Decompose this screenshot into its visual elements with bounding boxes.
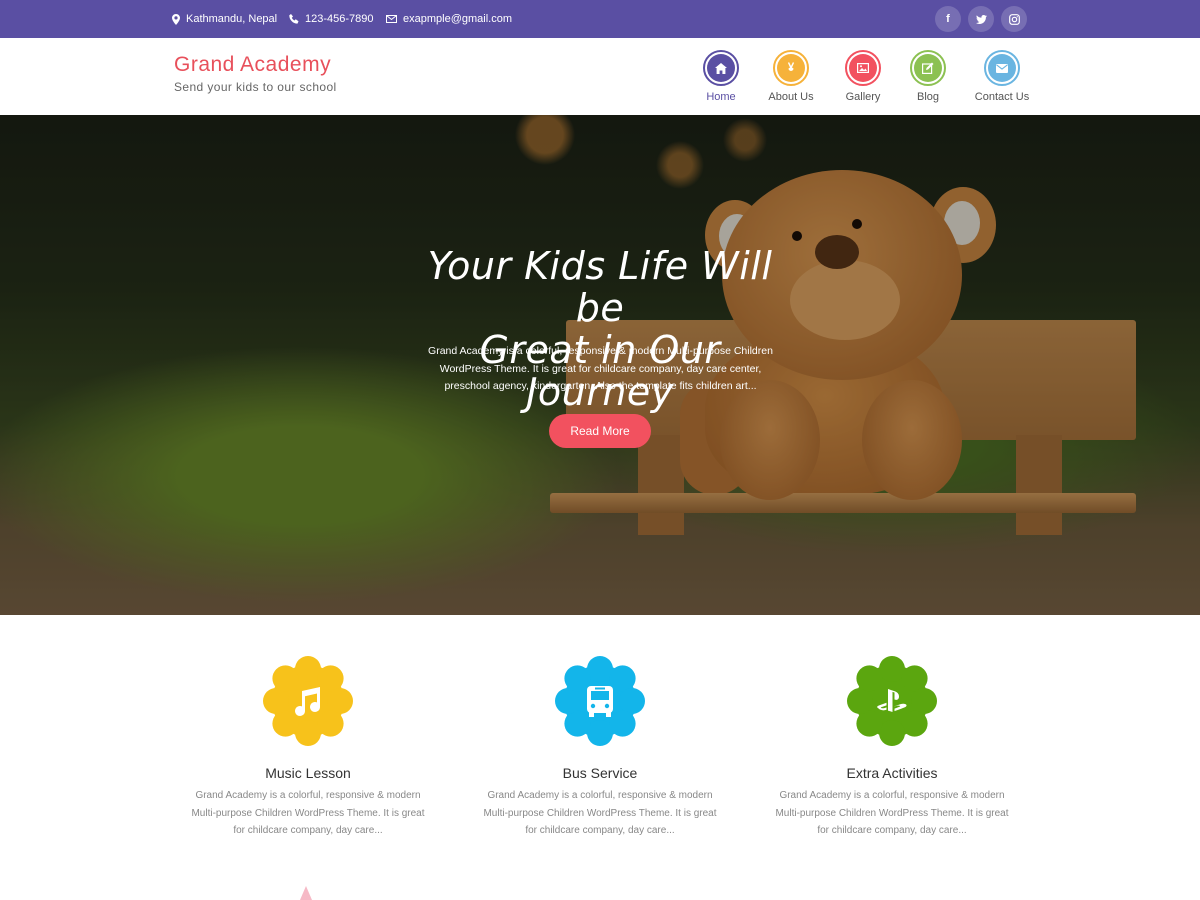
- nav-label: Blog: [916, 91, 940, 103]
- phone-info: 123-456-7890: [289, 0, 374, 38]
- feature-title: Bus Service: [562, 765, 638, 781]
- nav-label: About Us: [768, 91, 814, 103]
- hero-description: Grand Academy is a colorful, responsive …: [428, 345, 773, 392]
- feature-badge: [554, 655, 646, 747]
- facebook-icon[interactable]: f: [935, 6, 961, 32]
- site-header: Grand Academy Send your kids to our scho…: [0, 38, 1200, 115]
- email-info: exapmple@gmail.com: [386, 0, 512, 38]
- instagram-icon[interactable]: [1001, 6, 1027, 32]
- contact-icon: [988, 54, 1016, 82]
- gallery-icon: [849, 54, 877, 82]
- decorative-triangle: [300, 886, 312, 900]
- home-icon: [707, 54, 735, 82]
- nav-item-contact-us[interactable]: Contact Us: [962, 50, 1042, 103]
- blog-icon: [914, 54, 942, 82]
- bus-icon: [587, 686, 613, 717]
- twitter-icon[interactable]: [968, 6, 994, 32]
- phone-text[interactable]: 123-456-7890: [305, 13, 374, 25]
- nav-item-home[interactable]: Home: [681, 50, 761, 103]
- nav-circle: [773, 50, 809, 86]
- top-bar: Kathmandu, Nepal 123-456-7890 exapmple@g…: [0, 0, 1200, 38]
- site-tagline: Send your kids to our school: [174, 80, 337, 94]
- nav-item-blog[interactable]: Blog: [888, 50, 968, 103]
- music-note-icon: [295, 687, 320, 716]
- about-icon: [777, 54, 805, 82]
- feature-badge: [262, 655, 354, 747]
- nav-label: Contact Us: [974, 91, 1030, 103]
- nav-circle: [845, 50, 881, 86]
- feature-extra-activities: Extra Activities Grand Academy is a colo…: [762, 655, 1022, 840]
- location-info: Kathmandu, Nepal: [172, 0, 277, 38]
- hero-banner: Your Kids Life Will be Great in Our Jour…: [0, 115, 1200, 615]
- hero-title-line: Your Kids Life Will be: [427, 244, 773, 330]
- feature-title: Music Lesson: [265, 765, 351, 781]
- nav-circle: [703, 50, 739, 86]
- feature-text: Grand Academy is a colorful, responsive …: [191, 790, 425, 836]
- feature-badge: [846, 655, 938, 747]
- feature-music-lesson: Music Lesson Grand Academy is a colorful…: [178, 655, 438, 840]
- playstation-icon: [877, 689, 907, 712]
- nav-item-about-us[interactable]: About Us: [751, 50, 831, 103]
- feature-text: Grand Academy is a colorful, responsive …: [483, 790, 717, 836]
- map-marker-icon: [172, 13, 180, 25]
- read-more-button[interactable]: Read More: [549, 414, 651, 448]
- nav-circle: [984, 50, 1020, 86]
- nav-label: Home: [706, 91, 736, 103]
- feature-bus-service: Bus Service Grand Academy is a colorful,…: [470, 655, 730, 840]
- feature-title: Extra Activities: [846, 765, 938, 781]
- email-text[interactable]: exapmple@gmail.com: [403, 13, 512, 25]
- site-title[interactable]: Grand Academy: [174, 53, 331, 77]
- envelope-icon: [386, 15, 397, 23]
- feature-text: Grand Academy is a colorful, responsive …: [775, 790, 1009, 836]
- phone-icon: [289, 14, 299, 24]
- nav-circle: [910, 50, 946, 86]
- location-text: Kathmandu, Nepal: [186, 13, 278, 25]
